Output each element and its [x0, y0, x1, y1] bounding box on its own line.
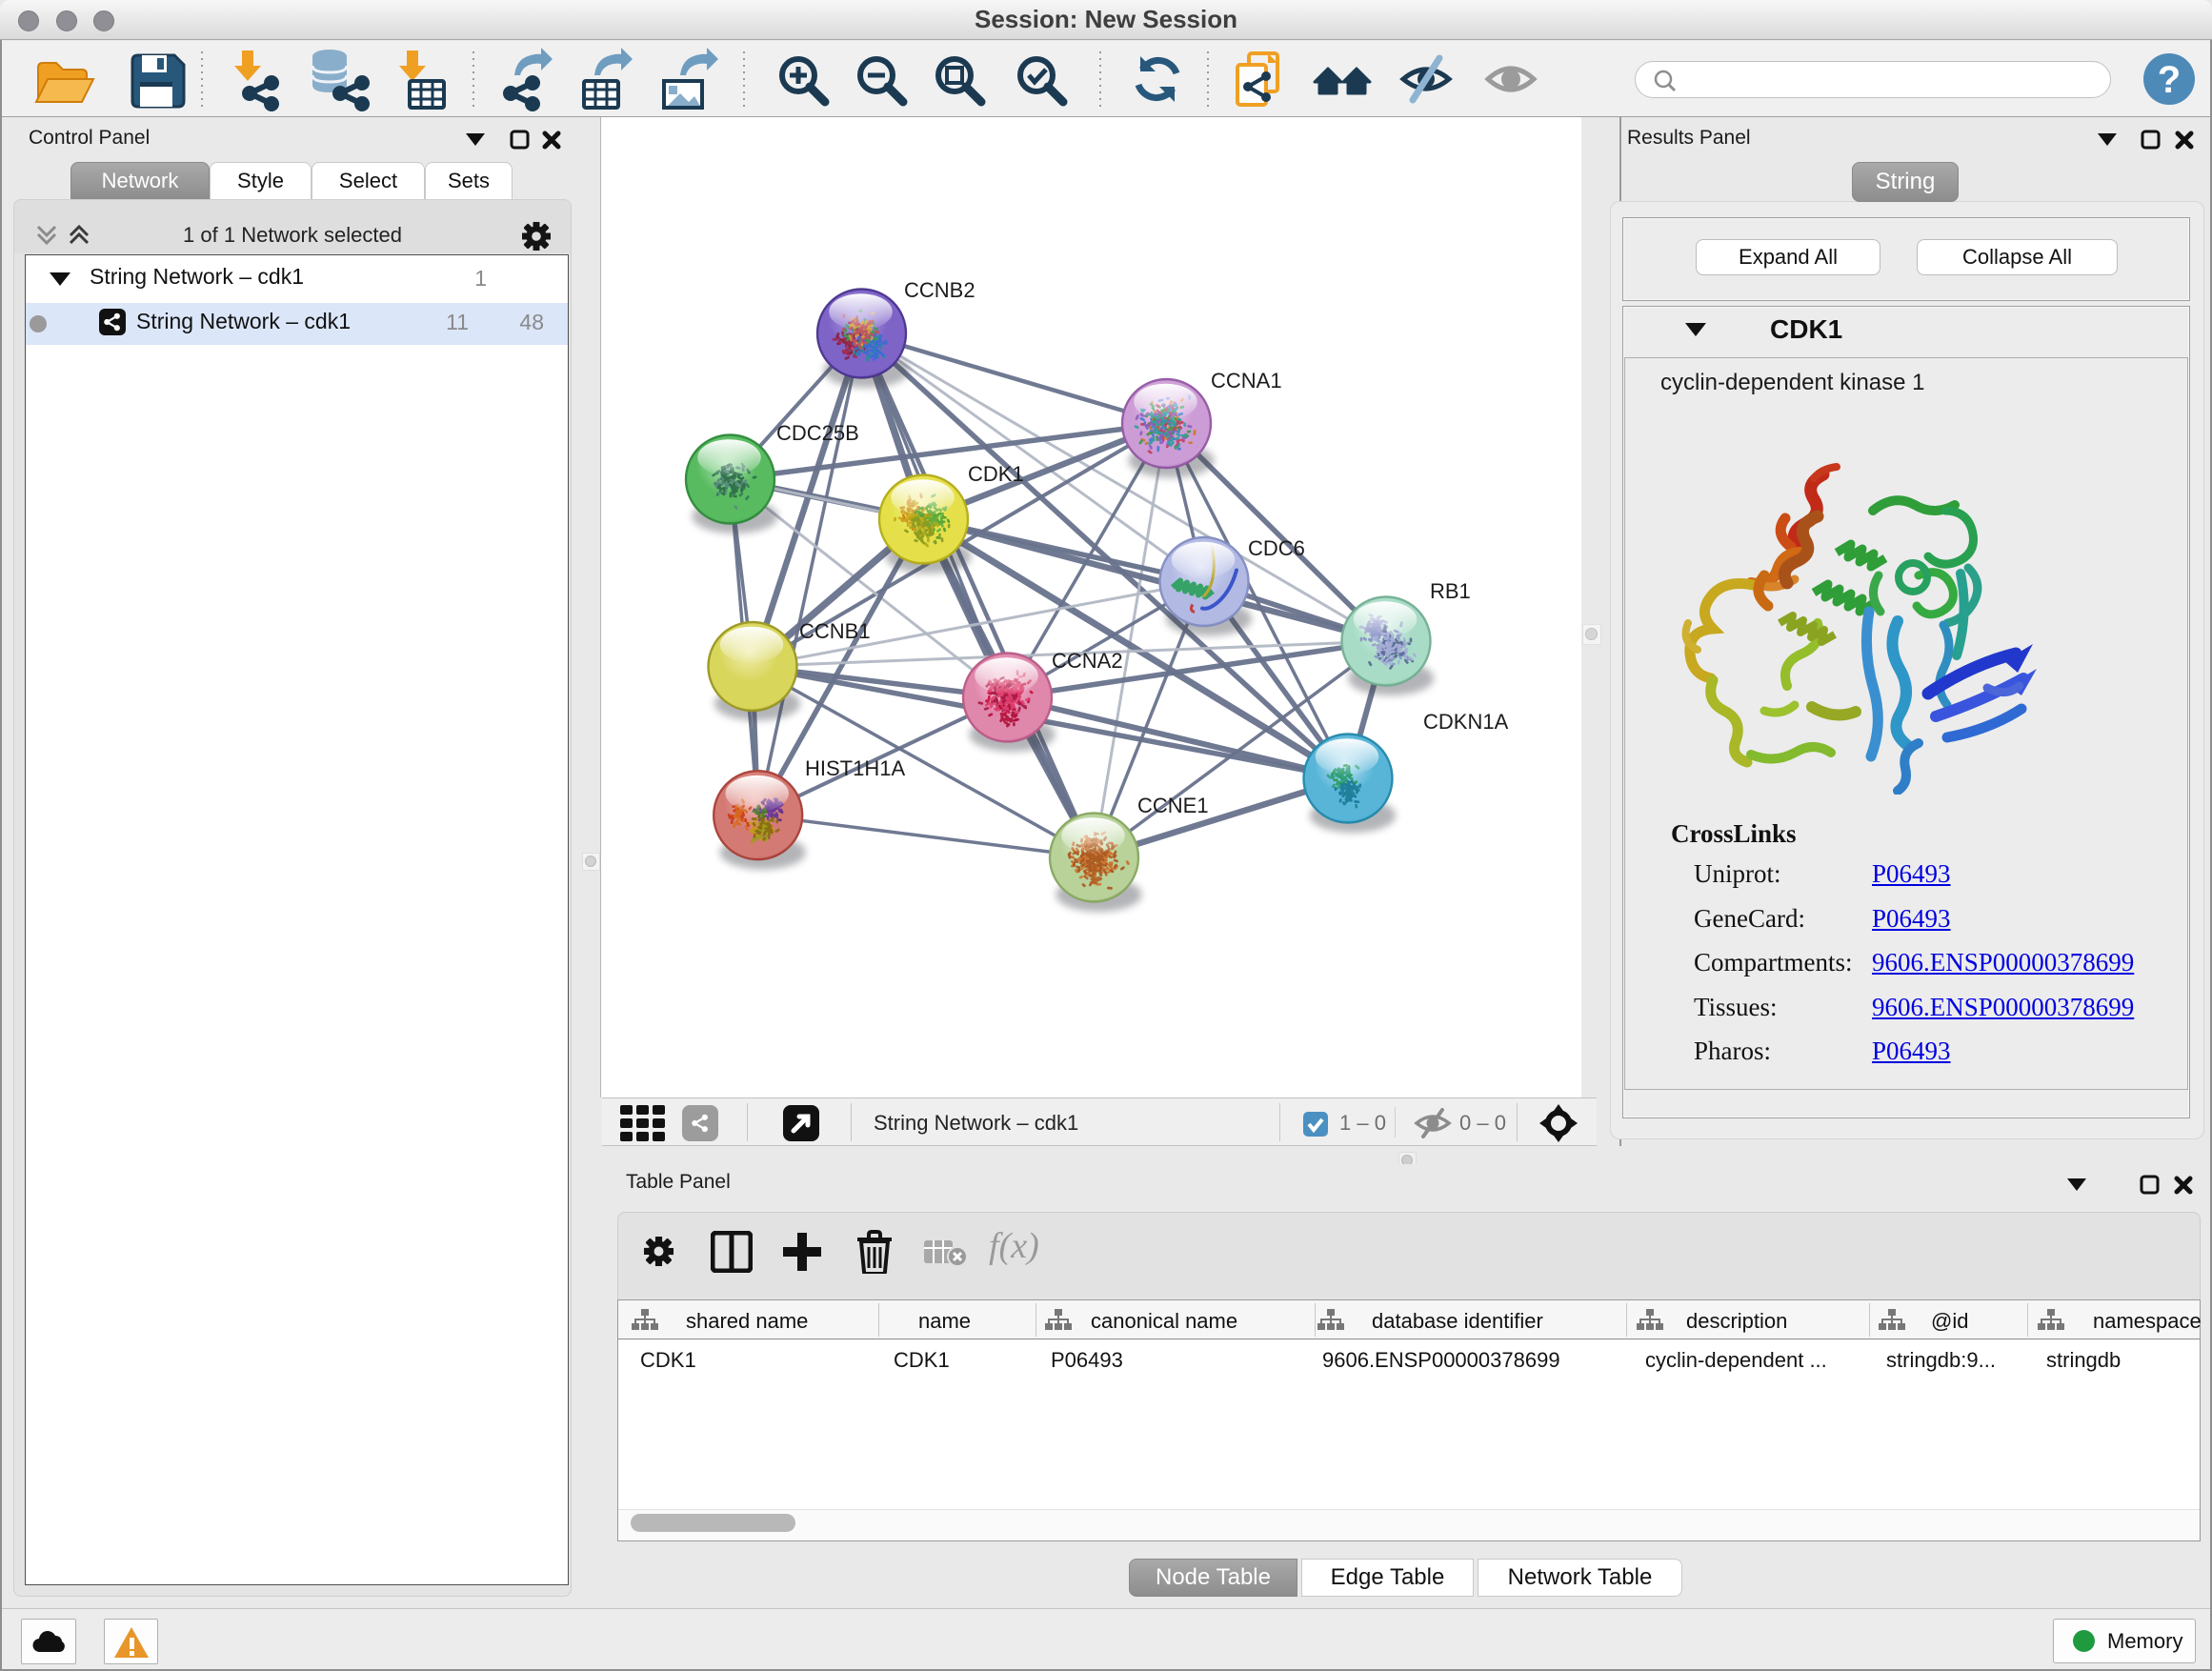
svg-text:HIST1H1A: HIST1H1A	[805, 756, 905, 780]
svg-text:CCNA1: CCNA1	[1211, 369, 1282, 393]
svg-text:CCNA2: CCNA2	[1052, 649, 1123, 673]
svg-text:CCNB1: CCNB1	[799, 619, 871, 643]
svg-text:CDKN1A: CDKN1A	[1423, 710, 1509, 734]
svg-text:CCNB2: CCNB2	[904, 278, 975, 302]
svg-text:CDK1: CDK1	[968, 462, 1024, 486]
svg-text:RB1: RB1	[1430, 579, 1471, 603]
svg-text:CCNE1: CCNE1	[1137, 794, 1209, 817]
svg-text:?: ?	[2158, 59, 2181, 101]
svg-text:CDC25B: CDC25B	[776, 421, 859, 445]
svg-text:CDC6: CDC6	[1248, 536, 1305, 560]
